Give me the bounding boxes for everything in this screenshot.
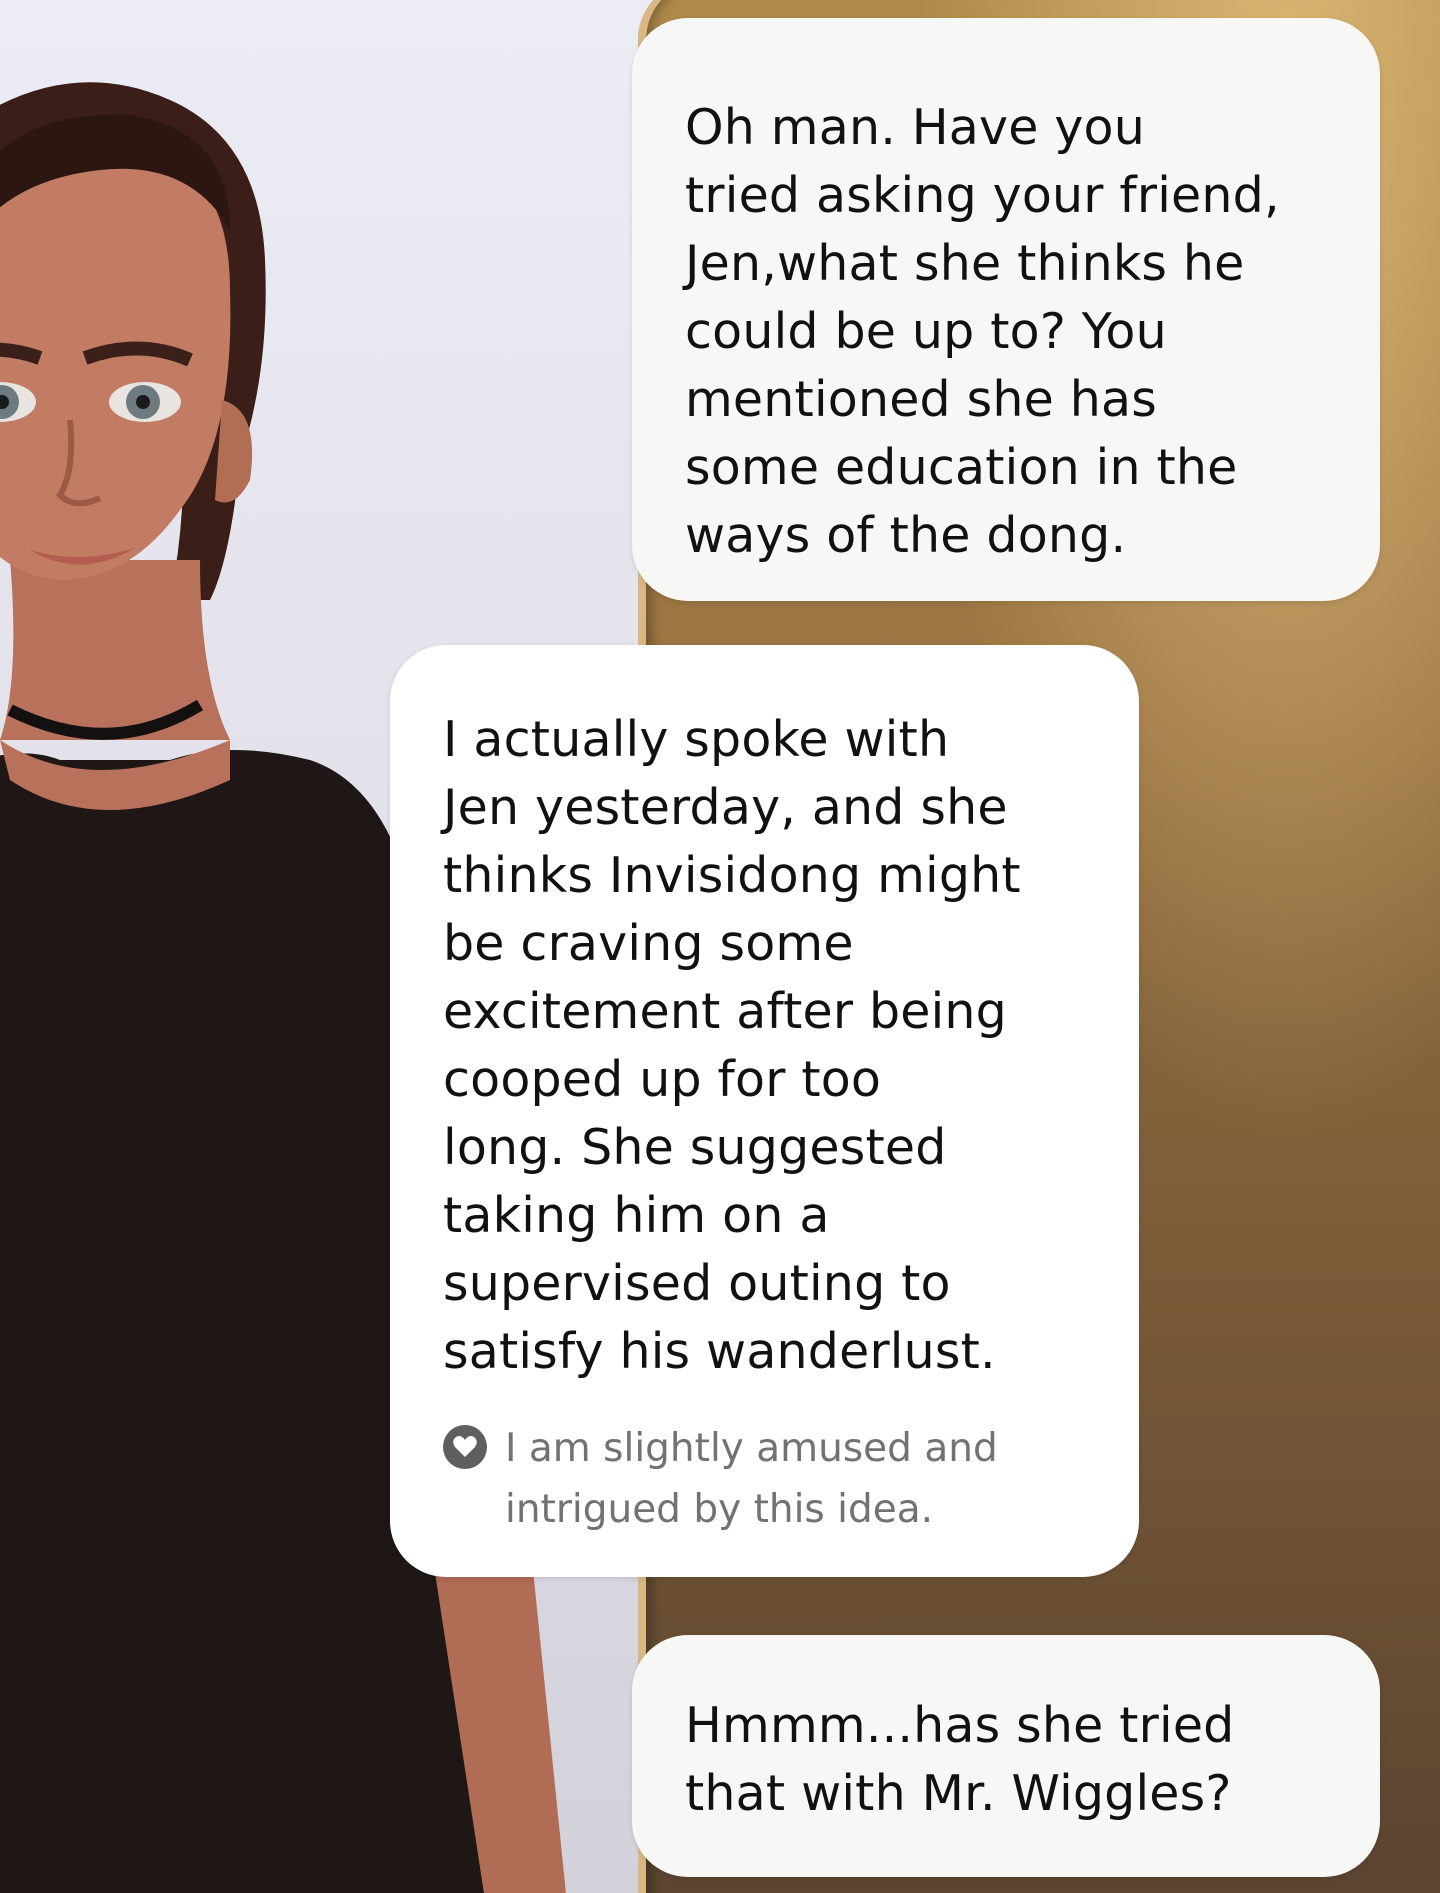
heart-icon [443, 1425, 487, 1469]
chat-bubble-assistant: I actually spoke with Jen yesterday, and… [390, 645, 1139, 1577]
chat-bubble-user: Hmmm...has she tried that with Mr. Wiggl… [632, 1635, 1380, 1877]
message-text: I actually spoke with Jen yesterday, and… [443, 711, 1021, 1380]
emotion-status: I am slightly amused and intrigued by th… [443, 1418, 998, 1540]
message-text: Hmmm...has she tried that with Mr. Wiggl… [685, 1697, 1235, 1822]
chat-bubble-user: Oh man. Have you tried asking your frien… [632, 18, 1380, 601]
emotion-text: I am slightly amused and intrigued by th… [505, 1426, 998, 1532]
message-text: Oh man. Have you tried asking your frien… [685, 99, 1280, 564]
